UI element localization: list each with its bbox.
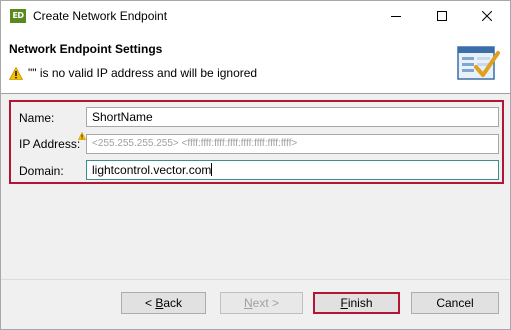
header-separator [1,93,510,94]
warning-icon [9,67,23,80]
name-label: Name: [19,111,55,125]
domain-input[interactable]: lightcontrol.vector.com [86,160,499,180]
close-icon [482,11,492,21]
wizard-header: Network Endpoint Settings "" is no valid… [1,31,510,93]
finish-button[interactable]: Finish [313,292,400,314]
next-button-label: ext > [252,296,280,310]
app-icon: ED [10,9,26,23]
finish-button-label: inish [347,296,373,310]
validation-message: "" is no valid IP address and will be ig… [28,66,258,80]
window-title: Create Network Endpoint [33,9,168,23]
domain-label: Domain: [19,164,64,178]
maximize-button[interactable] [419,1,465,31]
back-button[interactable]: < Back [121,292,206,314]
next-button[interactable]: Next > [220,292,303,314]
create-network-endpoint-dialog: ED Create Network Endpoint Network Endpo… [0,0,511,330]
ip-address-input[interactable]: <255.255.255.255> <ffff:ffff:ffff:ffff:f… [86,134,499,154]
wizard-banner-icon [457,46,500,80]
cancel-button[interactable]: Cancel [411,292,499,314]
minimize-button[interactable] [373,1,419,31]
title-bar: ED Create Network Endpoint [1,1,510,31]
domain-value: lightcontrol.vector.com [92,163,212,177]
text-caret [211,163,213,176]
ip-address-label: IP Address: [19,137,81,151]
minimize-icon [391,16,401,17]
footer-separator [1,279,510,280]
name-input[interactable]: ShortName [86,107,499,127]
back-button-prefix: < [144,296,156,310]
close-button[interactable] [464,1,510,31]
ip-warning-icon [78,132,86,140]
next-button-mnemonic: N [243,296,253,310]
finish-button-mnemonic: F [340,296,348,310]
page-title: Network Endpoint Settings [9,42,163,56]
back-button-label: ack [163,296,183,310]
maximize-icon [437,11,447,21]
ip-address-placeholder: <255.255.255.255> <ffff:ffff:ffff:ffff:f… [92,138,298,149]
